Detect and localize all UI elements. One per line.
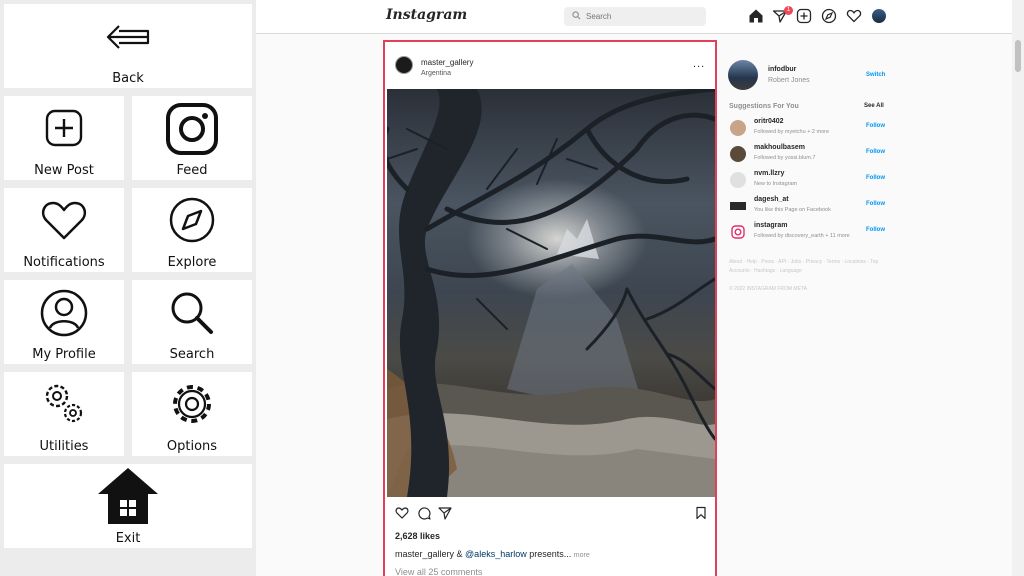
search-icon: [171, 292, 213, 334]
exit-button[interactable]: Exit: [4, 464, 252, 548]
post-image[interactable]: [387, 89, 715, 497]
current-user-fullname: Robert Jones: [768, 77, 810, 84]
follow-button[interactable]: Follow: [866, 227, 885, 233]
caption-more-link[interactable]: more: [574, 552, 590, 559]
follow-button[interactable]: Follow: [866, 175, 885, 181]
heart-icon[interactable]: [846, 8, 862, 24]
gear-icon: [173, 385, 211, 423]
utilities-button[interactable]: Utilities: [4, 372, 124, 456]
suggestion-username[interactable]: nvm.llzry: [754, 170, 784, 177]
gears-icon: [45, 384, 83, 423]
new-post-icon[interactable]: [796, 8, 812, 24]
instagram-logo[interactable]: Instagram: [386, 7, 467, 23]
heart-icon: [41, 201, 87, 240]
comment-icon[interactable]: [417, 506, 431, 520]
options-label: Options: [166, 439, 218, 454]
suggestion-subtitle: Followed by yossi.blum.7: [754, 155, 816, 161]
suggestion-item: makhoulbasem Followed by yossi.blum.7 Fo…: [730, 144, 890, 166]
suggestion-username[interactable]: instagram: [754, 222, 787, 229]
suggestion-subtitle: Followed by myetchu + 2 more: [754, 129, 830, 135]
like-heart-icon[interactable]: [395, 506, 409, 520]
caption-text: presents...: [526, 549, 572, 559]
current-user-avatar[interactable]: [728, 60, 758, 90]
suggestion-username[interactable]: makhoulbasem: [754, 144, 805, 151]
see-all-link[interactable]: See All: [864, 103, 884, 109]
notifications-label: Notifications: [23, 255, 105, 270]
explore-icon[interactable]: [821, 8, 837, 24]
suggestion-subtitle: New to Instagram: [754, 181, 798, 187]
post-card: master_gallery Argentina ... 2,628 likes…: [383, 40, 717, 576]
suggestion-avatar[interactable]: [730, 202, 746, 210]
caption-username[interactable]: master_gallery: [395, 549, 454, 559]
feed-button[interactable]: Feed: [132, 96, 252, 180]
exit-label: Exit: [115, 531, 141, 546]
tree-landscape-illustration: [387, 89, 715, 497]
follow-button[interactable]: Follow: [866, 149, 885, 155]
explore-button[interactable]: Explore: [132, 188, 252, 272]
search-box[interactable]: [564, 7, 706, 26]
caption-mention[interactable]: @aleks_harlow: [465, 549, 527, 559]
options-button[interactable]: Options: [132, 372, 252, 456]
suggestion-subtitle: You like this Page on Facebook: [754, 207, 831, 213]
post-author-avatar[interactable]: [395, 56, 413, 74]
suggestions-title: Suggestions For You: [729, 103, 799, 110]
likes-count[interactable]: 2,628 likes: [395, 531, 440, 541]
suggestion-avatar[interactable]: [730, 146, 746, 162]
suggestion-item: nvm.llzry New to Instagram Follow: [730, 170, 890, 192]
search-button[interactable]: Search: [132, 280, 252, 364]
notifications-button[interactable]: Notifications: [4, 188, 124, 272]
utilities-label: Utilities: [39, 439, 89, 454]
instagram-topbar: Instagram: [256, 0, 1012, 34]
post-options-button[interactable]: ...: [693, 58, 705, 70]
profile-avatar[interactable]: [872, 9, 886, 23]
my-profile-button[interactable]: My Profile: [4, 280, 124, 364]
instagram-icon[interactable]: [730, 224, 746, 240]
search-icon: [572, 11, 581, 20]
view-comments-link[interactable]: View all 25 comments: [395, 567, 482, 576]
footer-links[interactable]: About · Help · Press · API · Jobs · Priv…: [729, 258, 889, 276]
back-button[interactable]: Back: [4, 4, 252, 88]
instagram-icon: [166, 103, 218, 155]
post-author-username[interactable]: master_gallery: [421, 58, 473, 67]
current-user-username[interactable]: infodbur: [768, 66, 796, 73]
suggestion-avatar[interactable]: [730, 120, 746, 136]
notification-badge: 1: [784, 6, 793, 15]
back-label: Back: [112, 71, 144, 86]
suggestion-username[interactable]: dagesh_at: [754, 196, 789, 203]
new-post-button[interactable]: New Post: [4, 96, 124, 180]
share-icon[interactable]: [438, 506, 452, 520]
scrollbar-thumb[interactable]: [1015, 40, 1021, 72]
search-label: Search: [169, 347, 215, 362]
suggestion-item: instagram Followed by discovery_earth + …: [730, 222, 890, 244]
arrow-left-icon: [106, 25, 150, 49]
search-input[interactable]: [586, 9, 698, 24]
post-location[interactable]: Argentina: [421, 70, 451, 77]
follow-button[interactable]: Follow: [866, 123, 885, 129]
post-caption: master_gallery & @aleks_harlow presents.…: [395, 549, 590, 559]
suggestion-item: oritr0402 Followed by myetchu + 2 more F…: [730, 118, 890, 140]
bookmark-icon[interactable]: [694, 506, 708, 520]
home-icon: [98, 468, 158, 524]
suggestion-username[interactable]: oritr0402: [754, 118, 784, 125]
follow-button[interactable]: Follow: [866, 201, 885, 207]
accessibility-panel: Back New Post Feed Notifications Explore: [0, 0, 256, 576]
suggestion-avatar[interactable]: [730, 172, 746, 188]
user-circle-icon: [40, 289, 88, 337]
home-icon[interactable]: [748, 8, 764, 24]
switch-account-link[interactable]: Switch: [866, 72, 885, 78]
new-post-label: New Post: [34, 163, 94, 178]
my-profile-label: My Profile: [32, 347, 96, 362]
suggestion-subtitle: Followed by discovery_earth + 11 more: [754, 233, 850, 239]
caption-separator: &: [454, 549, 466, 559]
plus-square-icon: [45, 109, 83, 147]
explore-label: Explore: [167, 255, 217, 270]
compass-icon: [169, 197, 215, 243]
scrollbar[interactable]: [1012, 0, 1024, 576]
copyright-text: © 2022 INSTAGRAM FROM META: [729, 286, 807, 292]
feed-label: Feed: [176, 163, 208, 178]
suggestion-item: dagesh_at You like this Page on Facebook…: [730, 196, 890, 218]
